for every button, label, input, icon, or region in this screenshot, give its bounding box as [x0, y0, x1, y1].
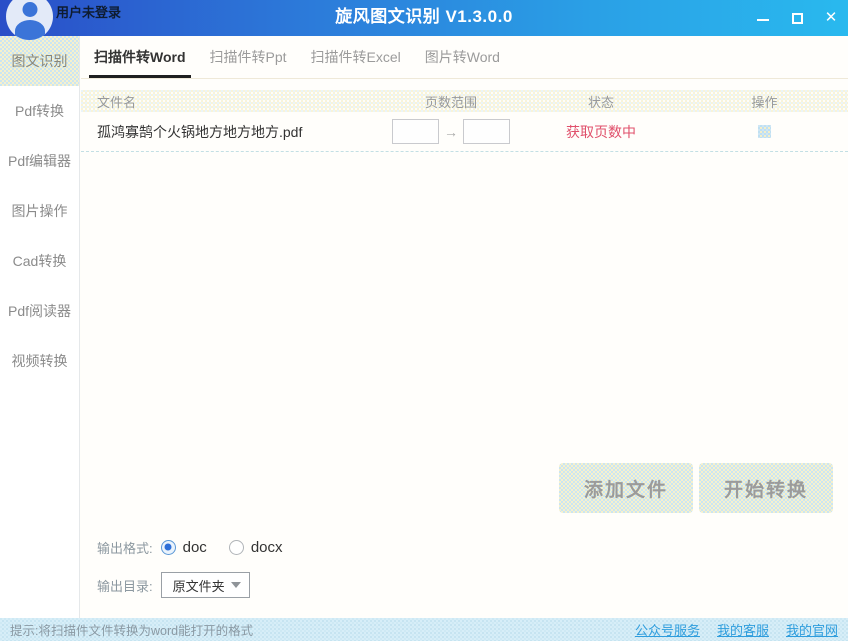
avatar-person-icon	[22, 2, 37, 17]
login-status-label[interactable]: 用户未登录	[56, 2, 121, 21]
sidebar-item-pdf-reader[interactable]: Pdf阅读器	[0, 286, 79, 336]
footer-links: 公众号服务 我的客服 我的官网	[635, 620, 838, 639]
sidebar-item-pdf-convert[interactable]: Pdf转换	[0, 86, 79, 136]
radio-option-doc[interactable]: doc	[161, 539, 207, 556]
output-format-row: 输出格式: doc docx	[97, 537, 283, 557]
status-bar: 提示:将扫描件文件转换为word能打开的格式 公众号服务 我的客服 我的官网	[0, 618, 848, 641]
window-controls: ✕	[756, 0, 838, 36]
operation-cell	[681, 125, 848, 138]
output-format-options: doc docx	[161, 539, 283, 556]
sidebar-item-pdf-editor[interactable]: Pdf编辑器	[0, 136, 79, 186]
chevron-down-icon	[231, 582, 241, 588]
radio-unchecked-icon	[229, 540, 244, 555]
output-dir-value: 原文件夹	[173, 576, 225, 595]
header-page-range: 页数范围	[381, 92, 521, 111]
sidebar-item-image-ops[interactable]: 图片操作	[0, 186, 79, 236]
page-to-input[interactable]	[463, 119, 510, 144]
tab-scan-to-excel[interactable]: 扫描件转Excel	[306, 36, 406, 78]
arrow-right-icon: →	[444, 124, 458, 140]
output-dir-row: 输出目录: 原文件夹	[97, 572, 250, 598]
hint-text: 提示:将扫描件文件转换为word能打开的格式	[10, 620, 253, 639]
sidebar-item-cad-convert[interactable]: Cad转换	[0, 236, 79, 286]
page-from-input[interactable]	[392, 119, 439, 144]
output-dir-select[interactable]: 原文件夹	[161, 572, 250, 598]
radio-checked-icon	[161, 540, 176, 555]
radio-docx-label: docx	[251, 539, 283, 556]
maximize-icon	[792, 13, 803, 24]
minimize-button[interactable]	[756, 11, 770, 25]
sidebar-item-ocr[interactable]: 图文识别	[0, 36, 79, 86]
radio-doc-label: doc	[183, 539, 207, 556]
tab-scan-to-word[interactable]: 扫描件转Word	[89, 36, 191, 78]
link-customer-service[interactable]: 我的客服	[717, 620, 769, 639]
tab-bar: 扫描件转Word 扫描件转Ppt 扫描件转Excel 图片转Word	[81, 36, 848, 79]
start-convert-button[interactable]: 开始转换	[699, 463, 833, 513]
tab-image-to-word[interactable]: 图片转Word	[420, 36, 505, 78]
sidebar-item-video-convert[interactable]: 视频转换	[0, 336, 79, 386]
output-format-label: 输出格式:	[97, 538, 153, 557]
minimize-icon	[757, 19, 769, 21]
delete-file-icon[interactable]	[758, 125, 771, 138]
file-table-header: 文件名 页数范围 状态 操作	[81, 90, 848, 112]
close-button[interactable]: ✕	[824, 11, 838, 25]
close-icon: ✕	[825, 11, 838, 25]
maximize-button[interactable]	[790, 11, 804, 25]
link-official-site[interactable]: 我的官网	[786, 620, 838, 639]
radio-option-docx[interactable]: docx	[229, 539, 283, 556]
table-row: 孤鸿寡鹄个火锅地方地方地方.pdf → 获取页数中	[81, 112, 848, 152]
action-buttons: 添加文件 开始转换	[559, 463, 833, 513]
tab-scan-to-ppt[interactable]: 扫描件转Ppt	[205, 36, 292, 78]
header-filename: 文件名	[81, 92, 381, 111]
app-title: 旋风图文识别 V1.3.0.0	[0, 0, 848, 36]
header-status: 状态	[521, 92, 681, 111]
add-files-button[interactable]: 添加文件	[559, 463, 693, 513]
output-dir-label: 输出目录:	[97, 576, 153, 595]
link-public-account[interactable]: 公众号服务	[635, 620, 700, 639]
page-range-cell: →	[381, 119, 521, 144]
titlebar: 旋风图文识别 V1.3.0.0 ✕	[0, 0, 848, 36]
sidebar: 图文识别 Pdf转换 Pdf编辑器 图片操作 Cad转换 Pdf阅读器 视频转换	[0, 36, 80, 618]
app-window: 旋风图文识别 V1.3.0.0 ✕ 用户未登录 图文识别 Pdf转换 Pdf编辑…	[0, 0, 848, 641]
main-panel: 扫描件转Word 扫描件转Ppt 扫描件转Excel 图片转Word 文件名 页…	[81, 36, 848, 618]
file-name: 孤鸿寡鹄个火锅地方地方地方.pdf	[81, 122, 381, 142]
status-text: 获取页数中	[521, 122, 681, 142]
header-operation: 操作	[681, 92, 848, 111]
